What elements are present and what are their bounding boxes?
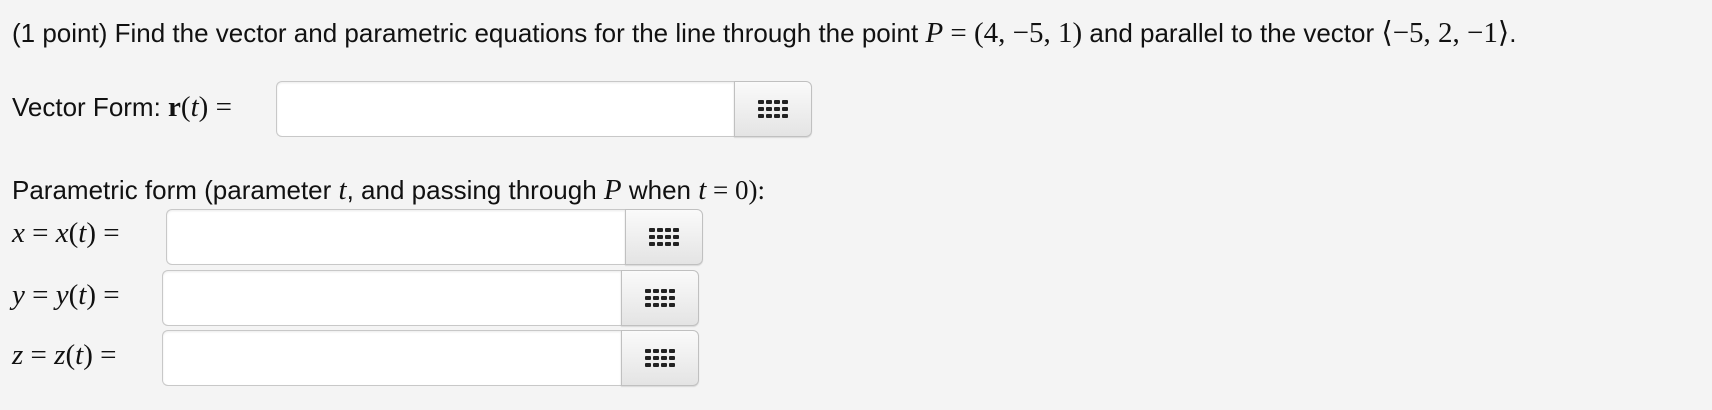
x-matrix-button[interactable] — [625, 209, 703, 265]
z-func: z — [54, 339, 66, 371]
equals-sign: = — [208, 91, 232, 123]
x-equation-label: x = x(t) = — [12, 217, 120, 249]
y-var: y — [12, 279, 25, 311]
x-input[interactable] — [166, 209, 625, 265]
parametric-text-b: , and passing through — [346, 175, 604, 205]
parametric-text-c: when — [621, 175, 699, 205]
matrix-grid-icon — [649, 228, 679, 246]
y-matrix-button[interactable] — [621, 270, 699, 326]
parametric-text-d: = 0): — [706, 175, 766, 205]
close-paren: ) — [198, 91, 209, 123]
point-variable: P — [925, 17, 944, 49]
y-input[interactable] — [162, 270, 621, 326]
matrix-grid-icon — [645, 349, 675, 367]
question-middle: and parallel to the vector — [1082, 18, 1382, 48]
vector-form-matrix-button[interactable] — [734, 81, 812, 137]
y-func: y — [55, 279, 69, 311]
question-prefix: (1 point) Find the vector and parametric… — [12, 18, 926, 48]
vector-form-input[interactable] — [276, 81, 734, 137]
question-end: . — [1509, 18, 1517, 48]
parametric-text-a: Parametric form (parameter — [12, 175, 339, 205]
vector-value: ⟨−5, 2, −1⟩ — [1381, 17, 1510, 49]
x-func: x — [55, 217, 69, 249]
t-symbol: t — [190, 91, 199, 123]
y-equation-label: y = y(t) = — [12, 279, 120, 311]
question-text: (1 point) Find the vector and parametric… — [12, 19, 1516, 48]
z-var: z — [12, 339, 24, 371]
matrix-grid-icon — [645, 289, 675, 307]
vector-form-text: Vector Form: — [12, 92, 169, 122]
matrix-grid-icon — [758, 100, 788, 118]
point-value: (4, −5, 1) — [974, 17, 1083, 49]
r-symbol: r — [168, 91, 181, 123]
t-symbol: t — [338, 174, 347, 206]
z-equation-label: z = z(t) = — [12, 339, 117, 371]
vector-form-label: Vector Form: r(t) = — [12, 93, 232, 122]
z-matrix-button[interactable] — [621, 330, 699, 386]
p-symbol: P — [603, 174, 622, 206]
z-input[interactable] — [162, 330, 621, 386]
parametric-heading: Parametric form (parameter t, and passin… — [12, 176, 765, 205]
equals-sign: = — [943, 17, 975, 49]
open-paren: ( — [180, 91, 191, 123]
x-var: x — [12, 217, 25, 249]
